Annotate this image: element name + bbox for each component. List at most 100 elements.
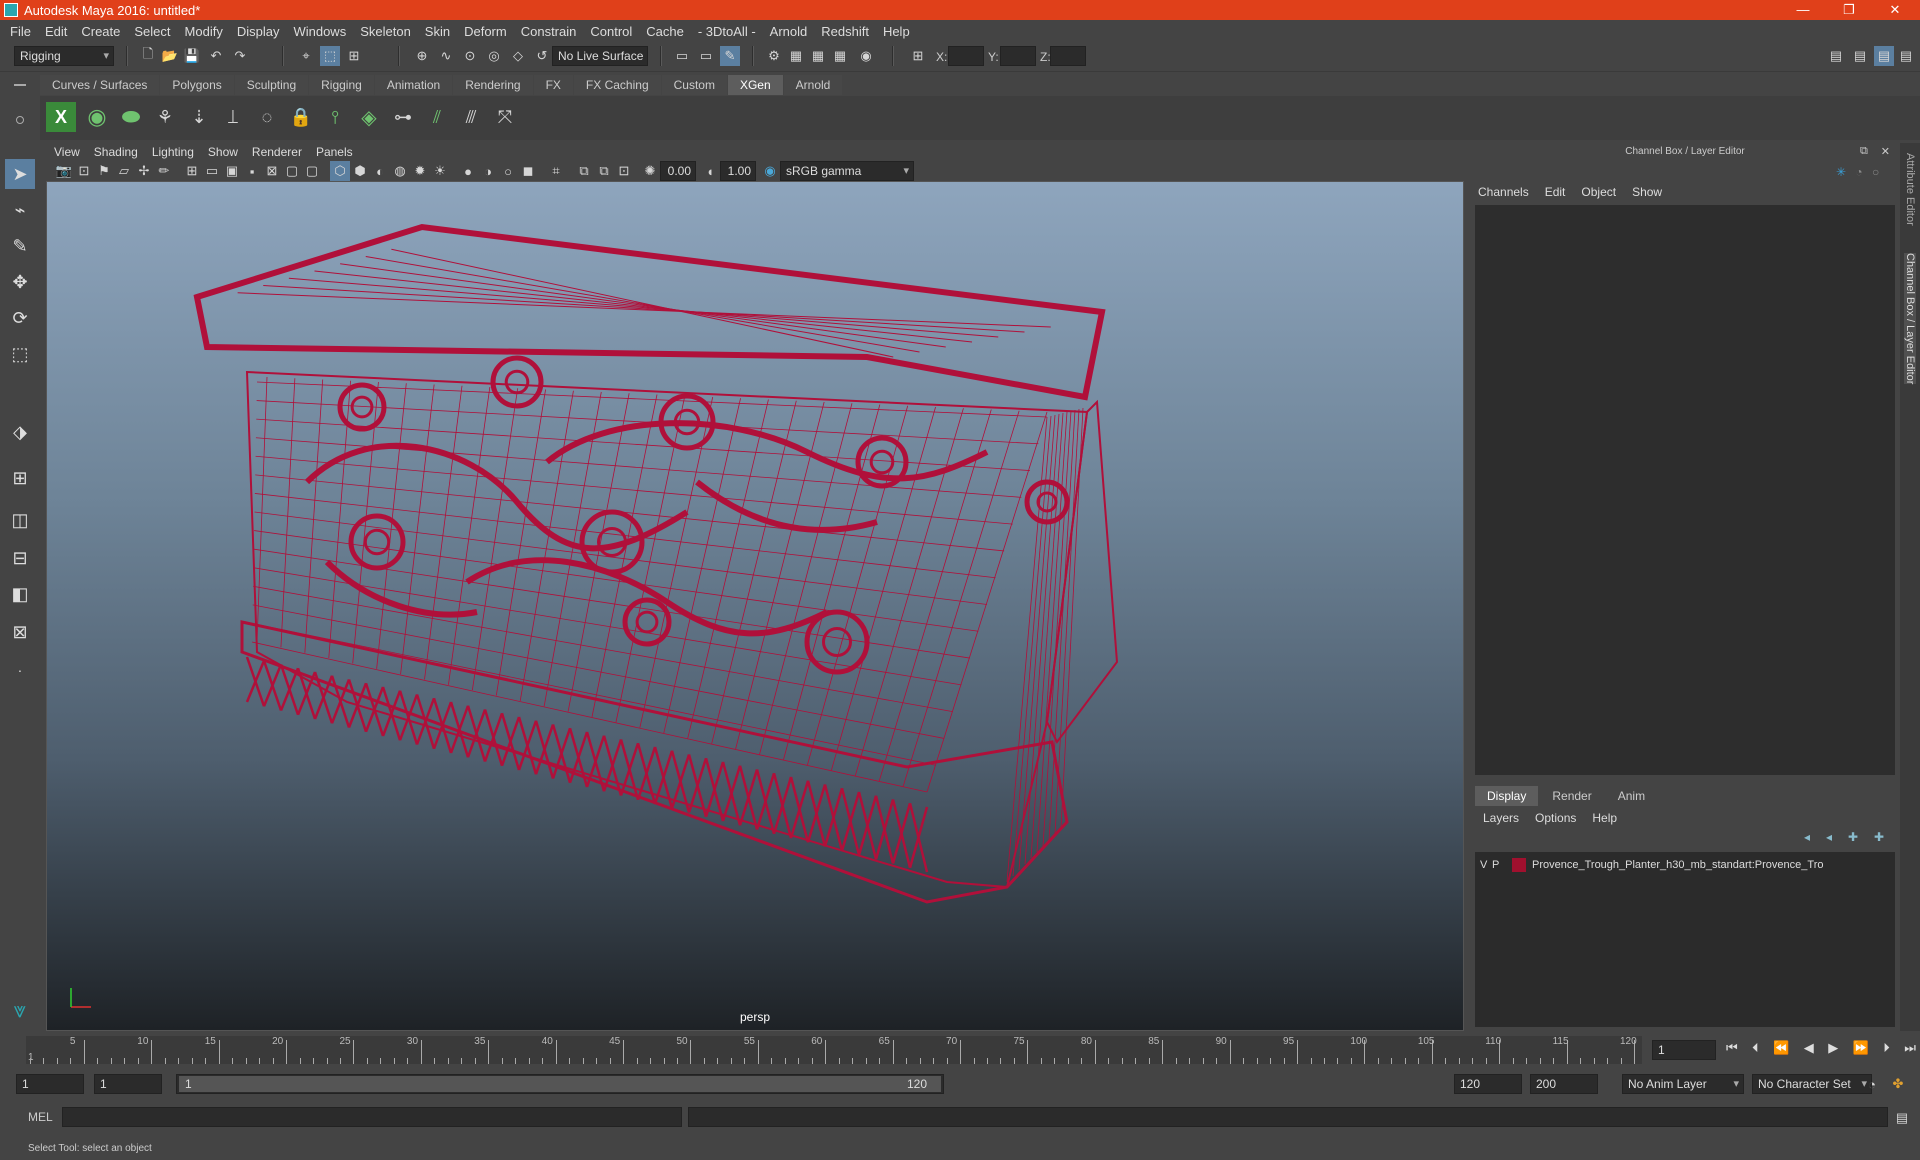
camera-select-icon[interactable]: 📷 [54, 161, 74, 181]
rotate-tool-icon[interactable]: ⟳ [5, 303, 35, 333]
select-hierarchy-icon[interactable]: ⌖ [296, 46, 316, 66]
playback-end-field[interactable]: 120 [1454, 1074, 1522, 1094]
shelf-tab-rendering[interactable]: Rendering [453, 75, 533, 95]
view-transform-dropdown[interactable]: sRGB gamma [780, 161, 914, 181]
resolution-gate-icon[interactable]: ▣ [222, 161, 242, 181]
layer-name[interactable]: Provence_Trough_Planter_h30_mb_standart:… [1532, 859, 1823, 871]
channel-box-side-tab[interactable]: Channel Box / Layer Editor [1904, 253, 1916, 385]
restore-button[interactable]: ❐ [1826, 0, 1872, 20]
safe-action-icon[interactable]: ▢ [282, 161, 302, 181]
xgen-select-guide-icon[interactable]: ⇣ [184, 102, 214, 132]
float-panel-icon[interactable]: ⧉ [1860, 145, 1868, 159]
menuset-dropdown[interactable]: Rigging [14, 46, 114, 66]
safe-title-icon[interactable]: ▢ [302, 161, 322, 181]
xgen-interactive-groom-icon[interactable]: ⫽ [422, 102, 452, 132]
shelf-tab-xgen[interactable]: XGen [727, 75, 783, 95]
2d-pan-icon[interactable]: ✢ [134, 161, 154, 181]
xgen-add-cv-icon[interactable]: ⟘ [218, 102, 248, 132]
single-view-layout-icon[interactable]: ⬗ [5, 417, 35, 447]
scene-start-field[interactable]: 1 [16, 1074, 84, 1094]
layer-playback-toggle[interactable]: P [1492, 859, 1504, 871]
playback-start-field[interactable]: 1 [94, 1074, 162, 1094]
textured-icon[interactable]: ◍ [390, 161, 410, 181]
gamma-field[interactable]: 1.00 [720, 161, 756, 181]
modeling-toolkit-icon[interactable]: ▤ [1826, 46, 1846, 66]
xgen-description-icon[interactable]: ⬬ [116, 102, 146, 132]
shelf-tab-arnold[interactable]: Arnold [783, 75, 843, 95]
menu-cache[interactable]: Cache [642, 24, 694, 39]
step-back-frame-icon[interactable]: ⏪ [1773, 1040, 1789, 1060]
shelf-tab-animation[interactable]: Animation [374, 75, 453, 95]
input-ops-icon[interactable]: ▭ [672, 46, 692, 66]
auto-key-icon[interactable]: ◔ [1862, 1074, 1882, 1094]
two-view-layout-icon[interactable]: ◫ [5, 505, 35, 535]
step-back-key-icon[interactable]: ⏴ [1752, 1040, 1759, 1060]
menu-skin[interactable]: Skin [421, 24, 460, 39]
field-chart-icon[interactable]: ⊠ [262, 161, 282, 181]
time-ruler[interactable]: 1 51015202530354045505560657075808590951… [26, 1036, 1642, 1064]
close-button[interactable]: ✕ [1872, 0, 1918, 20]
exposure-field[interactable]: 0.00 [660, 161, 696, 181]
ipr-render-icon[interactable]: ▦ [808, 46, 828, 66]
show-menu[interactable]: Show [1632, 185, 1662, 199]
tab-display[interactable]: Display [1475, 786, 1539, 806]
menu-edit[interactable]: Edit [41, 24, 77, 39]
perspective-viewport[interactable]: persp [46, 181, 1464, 1031]
make-live-icon[interactable]: ↺ [532, 46, 552, 66]
new-layer-from-selected-icon[interactable]: ✚ [1874, 830, 1884, 848]
move-layer-down-icon[interactable]: ◂ [1826, 830, 1832, 848]
menu-arnold[interactable]: Arnold [766, 24, 818, 39]
viewport-menu-lighting[interactable]: Lighting [152, 145, 202, 159]
layer-visibility-toggle[interactable]: V [1480, 859, 1492, 871]
layers-menu[interactable]: Layers [1483, 811, 1519, 825]
select-tool-icon[interactable]: ➤ [5, 159, 35, 189]
range-slider-fill[interactable] [179, 1076, 941, 1092]
go-to-start-icon[interactable]: ⏮ [1726, 1040, 1738, 1060]
screen-space-ao-icon[interactable]: ● [458, 161, 478, 181]
menu-file[interactable]: File [6, 24, 41, 39]
xgen-groom-icon[interactable]: ⫯ [320, 102, 350, 132]
construction-history-icon[interactable]: ✎ [720, 46, 740, 66]
hypershade-icon[interactable]: ◉ [856, 46, 876, 66]
z-field[interactable] [1050, 46, 1086, 66]
wireframe-icon[interactable]: ⬡ [330, 161, 350, 181]
xgen-preview-icon[interactable]: ◉ [82, 102, 112, 132]
move-layer-up-icon[interactable]: ◂ [1804, 830, 1810, 848]
viewport-menu-panels[interactable]: Panels [316, 145, 361, 159]
current-frame-field[interactable]: 1 [1652, 1040, 1716, 1060]
menu-skeleton[interactable]: Skeleton [356, 24, 421, 39]
menu-control[interactable]: Control [586, 24, 642, 39]
xray-icon[interactable]: ⧉ [574, 161, 594, 181]
menu-3dtoall[interactable]: - 3DtoAll - [694, 24, 766, 39]
smooth-shade-icon[interactable]: ⬢ [350, 161, 370, 181]
xgen-add-guide-icon[interactable]: ⚘ [150, 102, 180, 132]
range-slider[interactable]: 1 120 [176, 1074, 944, 1094]
snap-grid-icon[interactable]: ⊕ [412, 46, 432, 66]
film-gate-icon[interactable]: ▭ [202, 161, 222, 181]
lasso-tool-icon[interactable]: ⌁ [5, 195, 35, 225]
shelf-tab-fx-caching[interactable]: FX Caching [573, 75, 661, 95]
bookmark-icon[interactable]: ⚑ [94, 161, 114, 181]
shelf-tab-rigging[interactable]: Rigging [309, 75, 374, 95]
four-view-layout-icon[interactable]: ⊞ [5, 463, 35, 493]
edit-menu[interactable]: Edit [1545, 185, 1566, 199]
xgen-delete-icon[interactable]: ⤧ [490, 102, 520, 132]
layer-color-swatch[interactable] [1512, 858, 1526, 872]
menu-redshift[interactable]: Redshift [817, 24, 879, 39]
viewport-menu-show[interactable]: Show [208, 145, 246, 159]
go-to-end-icon[interactable]: ⏭ [1904, 1040, 1916, 1060]
depth-of-field-icon[interactable]: ◼ [518, 161, 538, 181]
attribute-editor-toggle-icon[interactable]: ▤ [1850, 46, 1870, 66]
object-menu[interactable]: Object [1581, 185, 1616, 199]
snap-surface-icon[interactable]: ◇ [508, 46, 528, 66]
new-layer-icon[interactable]: ✚ [1848, 830, 1858, 848]
attribute-editor-tab[interactable]: Attribute Editor [1904, 153, 1916, 226]
render-view-icon[interactable]: ▦ [830, 46, 850, 66]
menu-deform[interactable]: Deform [460, 24, 517, 39]
xgen-comb-icon[interactable]: ⫻ [456, 102, 486, 132]
axis-colors-icon[interactable]: ✳ [1836, 165, 1846, 179]
play-forward-icon[interactable]: ▶ [1828, 1040, 1838, 1060]
x-field[interactable] [948, 46, 984, 66]
menu-select[interactable]: Select [130, 24, 180, 39]
layer-editor-toggle-icon[interactable]: ▤ [1896, 46, 1916, 66]
